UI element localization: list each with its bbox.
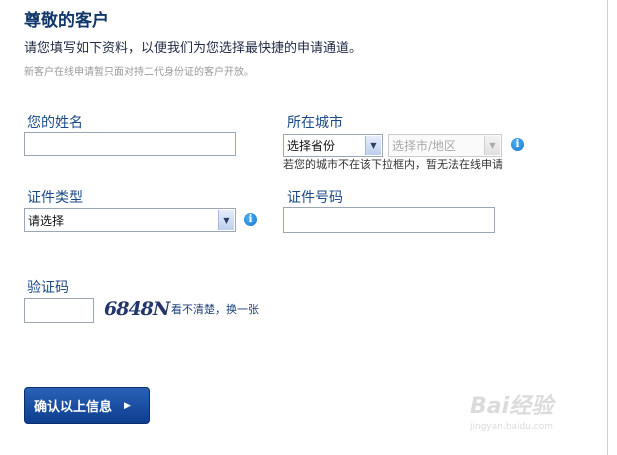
city-hint: 若您的城市不在该下拉框内，暂无法在线申请 [283, 158, 503, 171]
id-type-label: 证件类型 [27, 190, 83, 206]
id-type-select-value: 请选择 [28, 213, 65, 228]
captcha-input[interactable] [24, 298, 94, 323]
id-type-select[interactable]: 请选择 ▼ [24, 208, 236, 232]
page-title: 尊敬的客户 [24, 11, 109, 31]
info-icon[interactable]: i [511, 138, 524, 151]
chevron-down-icon: ▼ [365, 136, 381, 155]
intro-text: 请您填写如下资料，以便我们为您选择最快捷的申请通道。 [24, 41, 363, 56]
name-label: 您的姓名 [27, 115, 83, 131]
watermark: Bai经验 jingyan.baidu.com [470, 388, 590, 448]
refresh-captcha-link[interactable]: 看不清楚，换一张 [171, 301, 259, 317]
city-select-value: 选择市/地区 [392, 139, 457, 153]
id-number-input[interactable] [283, 207, 495, 233]
chevron-down-icon: ▼ [484, 136, 500, 155]
province-select[interactable]: 选择省份 ▼ [283, 134, 383, 157]
triangle-right-icon: ▶ [124, 400, 131, 411]
captcha-label: 验证码 [27, 280, 69, 296]
page-divider [607, 0, 608, 455]
name-input[interactable] [24, 132, 236, 156]
watermark-logo: Bai经验 [470, 394, 554, 419]
city-select[interactable]: 选择市/地区 ▼ [388, 134, 502, 157]
captcha-image: 6848N [104, 298, 170, 320]
city-label: 所在城市 [287, 115, 343, 131]
chevron-down-icon: ▼ [218, 210, 234, 230]
watermark-url: jingyan.baidu.com [470, 422, 554, 432]
id-number-label: 证件号码 [287, 190, 343, 206]
submit-button-label: 确认以上信息 [34, 400, 113, 415]
notice-text: 新客户在线申请暂只面对持二代身份证的客户开放。 [24, 67, 254, 78]
submit-button[interactable]: 确认以上信息 ▶ [24, 387, 150, 424]
info-icon[interactable]: i [244, 213, 257, 226]
province-select-value: 选择省份 [287, 139, 336, 153]
